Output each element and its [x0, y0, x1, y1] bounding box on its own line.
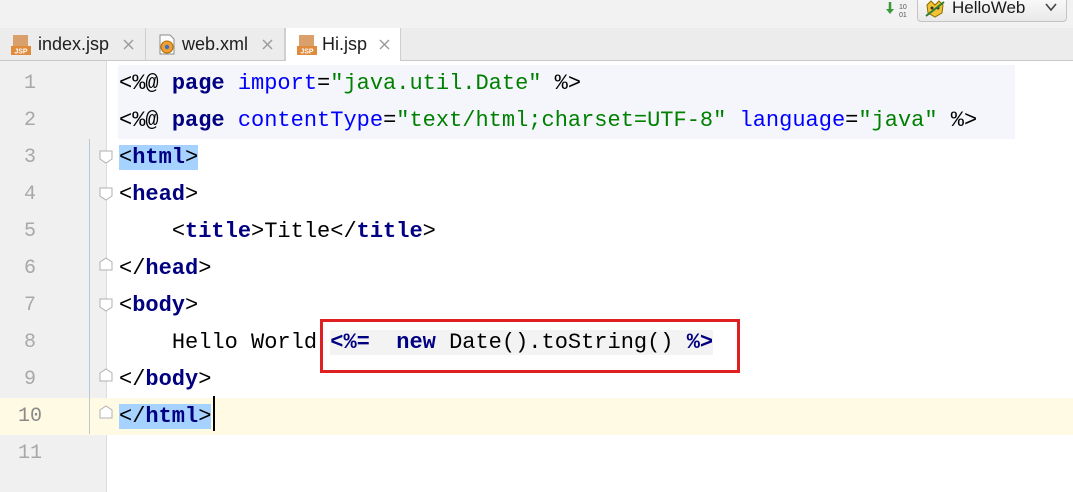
line-number: 8: [23, 331, 36, 354]
tab-label: web.xml: [182, 34, 249, 54]
bracket: >: [422, 219, 436, 244]
chevron-down-icon: [1045, 3, 1057, 12]
code-line-7: <body>: [119, 287, 198, 324]
bracket: >: [198, 367, 212, 392]
bracket: >: [198, 404, 212, 429]
tag-match-highlight: <html>: [119, 145, 199, 170]
attribute-value: "java": [858, 108, 938, 133]
fold-open-icon[interactable]: [99, 150, 113, 164]
bracket: <: [171, 219, 186, 244]
bracket: </: [119, 256, 146, 281]
vcs-update-icon[interactable]: 10 01: [884, 0, 912, 20]
bracket: >: [185, 293, 199, 318]
run-config-label: HelloWeb: [952, 0, 1026, 17]
equals: =: [845, 108, 859, 133]
tomcat-icon: [925, 0, 945, 18]
tab-label: Hi.jsp: [322, 34, 368, 54]
fold-close-icon[interactable]: [99, 405, 113, 419]
line-number: 2: [23, 109, 36, 132]
tag-name: title: [185, 219, 252, 244]
code-line-5: <title>Title</title>: [119, 213, 436, 250]
svg-text:01: 01: [899, 12, 907, 19]
fold-close-icon[interactable]: [99, 368, 113, 382]
bracket: </: [330, 219, 357, 244]
close-icon[interactable]: [123, 39, 134, 50]
attribute-name: contentType: [237, 108, 384, 133]
top-toolbar: 10 01 HelloWeb: [0, 0, 1073, 28]
tab-hi-jsp[interactable]: JSP Hi.jsp: [285, 28, 401, 61]
code-line-3: <html>: [119, 139, 199, 176]
tag-match-highlight: </html>: [119, 404, 212, 429]
fold-open-icon[interactable]: [99, 187, 113, 201]
tab-index-jsp[interactable]: JSP index.jsp: [0, 28, 146, 60]
line-number: 10: [17, 405, 42, 428]
equals: =: [383, 108, 397, 133]
code-line-9: </body>: [119, 361, 211, 398]
code-line-4: <head>: [119, 176, 198, 213]
svg-text:JSP: JSP: [14, 49, 28, 56]
bracket: </: [119, 367, 146, 392]
line-number: 7: [23, 294, 36, 317]
run-configuration-selector[interactable]: HelloWeb: [917, 0, 1067, 22]
jsp-file-icon: JSP: [11, 35, 31, 56]
tag-name: body: [132, 293, 186, 318]
attribute-value: "java.util.Date": [330, 71, 542, 96]
svg-text:10: 10: [899, 4, 907, 11]
code-line-1: <%@ page import="java.util.Date" %>: [119, 65, 581, 102]
equals: =: [317, 71, 331, 96]
line-number: 4: [23, 183, 36, 206]
attribute-value: "text/html;charset=UTF-8": [396, 108, 727, 133]
jsp-file-icon: JSP: [297, 35, 317, 56]
line-number: 11: [17, 442, 42, 465]
bracket: >: [198, 256, 212, 281]
tab-web-xml[interactable]: web.xml: [146, 28, 285, 60]
line-number: 5: [23, 220, 36, 243]
bracket: >: [251, 219, 265, 244]
svg-text:JSP: JSP: [300, 49, 314, 56]
directive-open: <%@: [119, 108, 172, 133]
fold-open-icon[interactable]: [99, 298, 113, 312]
tag-name: head: [132, 182, 186, 207]
tag-name: body: [145, 367, 199, 392]
keyword: page: [171, 108, 225, 133]
line-number: 1: [23, 72, 36, 95]
line-number: 9: [23, 368, 36, 391]
text-caret: [213, 396, 215, 431]
tag-name: head: [145, 256, 199, 281]
fold-indent-guide: [89, 139, 90, 434]
close-icon[interactable]: [262, 39, 273, 50]
tab-label: index.jsp: [38, 34, 110, 54]
bracket: <: [119, 145, 133, 170]
annotation-highlight-box: [320, 319, 740, 373]
bracket: >: [185, 145, 199, 170]
close-icon[interactable]: [379, 39, 390, 50]
attribute-name: language: [739, 108, 846, 133]
keyword: page: [171, 71, 225, 96]
code-line-10: </html>: [119, 398, 212, 435]
line-number: 6: [23, 257, 36, 280]
tag-name: html: [145, 404, 199, 429]
directive-open: <%@: [119, 71, 172, 96]
directive-close: %>: [541, 71, 582, 96]
attribute-name: import: [237, 71, 318, 96]
bracket: >: [185, 182, 199, 207]
bracket: </: [119, 404, 146, 429]
text-content: Title: [264, 219, 331, 244]
line-number: 3: [23, 146, 36, 169]
bracket: <: [119, 182, 133, 207]
bracket: <: [119, 293, 133, 318]
directive-close: %>: [937, 108, 978, 133]
code-editor[interactable]: 1 2 3 4 5 6 7 8 9 10 11 <%@ page import=…: [0, 61, 1073, 492]
code-line-2: <%@ page contentType="text/html;charset=…: [119, 102, 977, 139]
code-line-6: </head>: [119, 250, 211, 287]
text-content: Hello World: [171, 330, 331, 355]
tag-name: html: [132, 145, 186, 170]
tag-name: title: [356, 219, 423, 244]
editor-tab-bar: JSP index.jsp web.xml JSP Hi.jsp: [0, 28, 1073, 61]
fold-close-icon[interactable]: [99, 257, 113, 271]
xml-file-icon: [159, 34, 175, 55]
